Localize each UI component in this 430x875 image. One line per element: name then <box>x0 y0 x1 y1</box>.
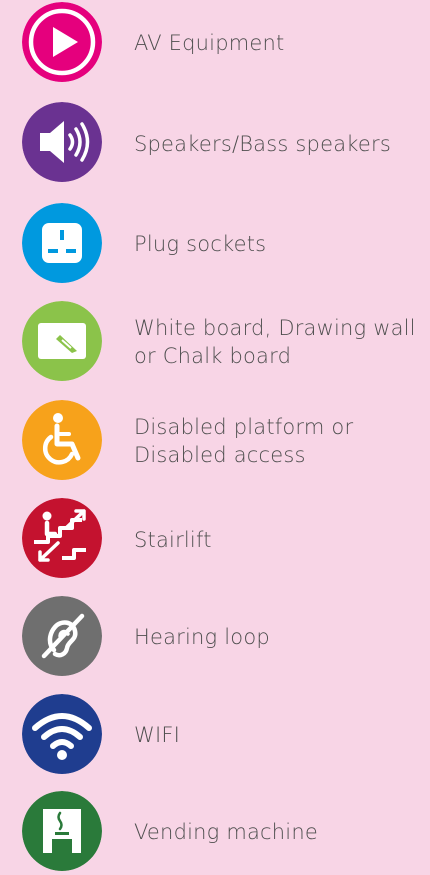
whiteboard-icon <box>22 301 102 381</box>
legend-label: Vending machine <box>134 820 318 844</box>
vending-machine-icon <box>22 791 102 871</box>
legend-item-plug-sockets: Plug sockets <box>0 203 430 287</box>
wheelchair-icon <box>22 400 102 480</box>
speaker-icon <box>22 102 102 182</box>
legend-label: Plug sockets <box>134 232 267 256</box>
hearing-loop-icon <box>22 596 102 676</box>
legend-label: Speakers/Bass speakers <box>134 132 391 156</box>
plug-socket-icon <box>22 203 102 283</box>
legend-item-av-equipment: AV Equipment <box>0 2 430 86</box>
legend-label: WIFI <box>134 723 181 747</box>
legend-item-stairlift: Stairlift <box>0 498 430 582</box>
wifi-icon <box>22 694 102 774</box>
legend-label: AV Equipment <box>134 31 285 55</box>
legend-item-hearing-loop: Hearing loop <box>0 596 430 680</box>
legend-label: Disabled platform or Disabled access <box>134 415 354 467</box>
legend-item-wifi: WIFI <box>0 694 430 778</box>
stairlift-icon <box>22 498 102 578</box>
facilities-legend: AV Equipment Speakers/Bass speakers Plug… <box>0 0 430 875</box>
legend-item-speakers: Speakers/Bass speakers <box>0 102 430 186</box>
legend-label: Hearing loop <box>134 625 270 649</box>
legend-item-whiteboard: White board, Drawing wall or Chalk board <box>0 301 430 385</box>
play-icon <box>22 2 102 82</box>
legend-label: Stairlift <box>134 528 212 552</box>
legend-label: White board, Drawing wall or Chalk board <box>134 316 416 368</box>
legend-item-vending-machine: Vending machine <box>0 791 430 875</box>
legend-item-disabled-access: Disabled platform or Disabled access <box>0 400 430 484</box>
